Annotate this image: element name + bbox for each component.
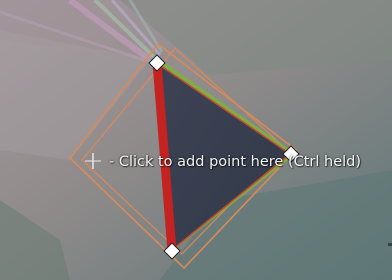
add-point-hint: - Click to add point here (Ctrl held) <box>109 154 362 170</box>
scene-svg <box>0 0 392 280</box>
scroll-indicator-icon <box>388 243 392 246</box>
drawing-canvas[interactable]: - Click to add point here (Ctrl held) <box>0 0 392 280</box>
